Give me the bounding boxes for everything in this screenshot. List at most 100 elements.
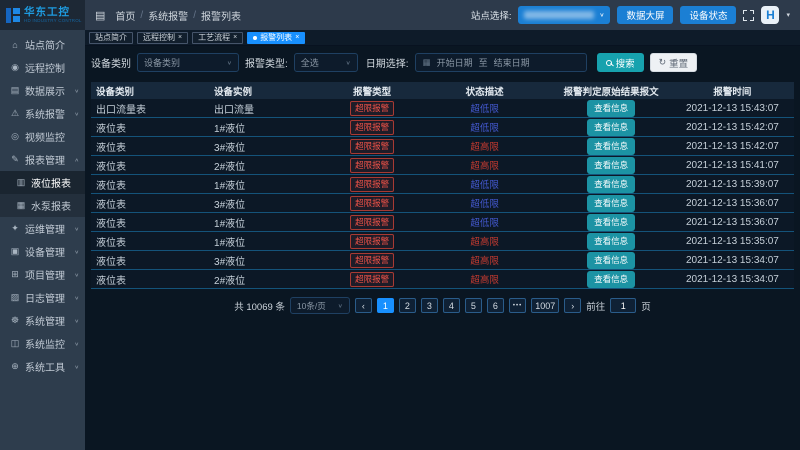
page-size-select[interactable]: 10条/页 ∨: [290, 297, 350, 314]
tab-remote-control[interactable]: 远程控制 ×: [137, 32, 188, 44]
alarm-type-badge: 超限报警: [350, 196, 394, 211]
chevron-icon: ∨: [74, 249, 79, 255]
tab-alarm-list[interactable]: 报警列表 ×: [247, 32, 305, 44]
view-info-button[interactable]: 查看信息: [587, 100, 635, 117]
alarm-time: 2021-12-13 15:41:07: [671, 160, 794, 171]
gear-icon: ☸: [9, 315, 21, 326]
view-info-button[interactable]: 查看信息: [587, 119, 635, 136]
pump-chart-icon: ▦: [15, 200, 27, 211]
table-row: 液位表 1#液位 超限报警 超低限 查看信息 2021-12-13 15:39:…: [91, 175, 794, 194]
view-info-button[interactable]: 查看信息: [587, 157, 635, 174]
sidebar: ⌂ 站点简介 ◉ 远程控制 ▤ 数据展示 ∨ ⚠ 系统报警 ∨ ◎ 视频监控 ✎: [0, 30, 85, 450]
app-window: 华东工控 HD INDUSTRY CONTROL ▤ 首页 / 系统报警 / 报…: [0, 0, 800, 450]
fullscreen-icon[interactable]: [743, 10, 754, 21]
alarm-type-select[interactable]: 全选 ∨: [294, 53, 358, 72]
tab-process-flow[interactable]: 工艺流程 ×: [192, 32, 243, 44]
page-buttons: 123456 ••• 1007: [377, 298, 559, 313]
sidebar-item-system-management[interactable]: ☸ 系统管理 ∨: [0, 309, 85, 332]
table-row: 液位表 3#液位 超限报警 超高限 查看信息 2021-12-13 15:34:…: [91, 251, 794, 270]
alarm-type-label: 报警类型:: [245, 55, 288, 70]
sidebar-item-report-management[interactable]: ✎ 报表管理 ∧: [0, 148, 85, 171]
report-icon: ✎: [9, 154, 21, 165]
refresh-icon: ↻: [659, 57, 667, 68]
chevron-icon: ∨: [74, 318, 79, 324]
alarm-time: 2021-12-13 15:34:07: [671, 255, 794, 266]
data-screen-button[interactable]: 数据大屏: [617, 6, 673, 24]
cell-device-instance: 3#液位: [214, 253, 326, 268]
view-info-button[interactable]: 查看信息: [587, 195, 635, 212]
sidebar-item-log-management[interactable]: ▨ 日志管理 ∨: [0, 286, 85, 309]
view-info-button[interactable]: 查看信息: [587, 233, 635, 250]
close-icon[interactable]: ×: [295, 34, 299, 41]
cell-device-instance: 2#液位: [214, 272, 326, 287]
next-page-button[interactable]: ›: [564, 298, 581, 313]
sidebar-item-project-management[interactable]: ⊞ 项目管理 ∨: [0, 263, 85, 286]
table-row: 出口流量表 出口流量 超限报警 超低限 查看信息 2021-12-13 15:4…: [91, 99, 794, 118]
page-button-1007[interactable]: 1007: [531, 298, 559, 313]
sidebar-item-video-monitor[interactable]: ◎ 视频监控: [0, 125, 85, 148]
cell-device-category: 液位表: [91, 253, 214, 268]
goto-page-input[interactable]: [610, 298, 636, 313]
sidebar-item-remote-control[interactable]: ◉ 远程控制: [0, 56, 85, 79]
close-icon[interactable]: ×: [178, 34, 182, 41]
main-content: 设备类别 设备类别 ∨ 报警类型: 全选 ∨ 日期选择: ▦ 开始日期 至 结束…: [85, 46, 800, 450]
view-info-button[interactable]: 查看信息: [587, 138, 635, 155]
close-icon[interactable]: ×: [233, 34, 237, 41]
site-selector-value: [524, 11, 594, 19]
monitor-icon: ◫: [9, 338, 21, 349]
col-alarm-time: 报警时间: [671, 84, 794, 98]
alarm-type-badge: 超限报警: [350, 272, 394, 287]
data-display-icon: ▤: [9, 85, 21, 96]
logo-title: 华东工控: [24, 7, 82, 18]
page-more-button[interactable]: •••: [509, 298, 526, 313]
chevron-down-icon: ∨: [227, 59, 232, 65]
cell-device-category: 液位表: [91, 272, 214, 287]
page-button-4[interactable]: 4: [443, 298, 460, 313]
sidebar-item-pump-report[interactable]: ▦ 水泵报表: [0, 194, 85, 217]
view-info-button[interactable]: 查看信息: [587, 176, 635, 193]
breadcrumb-system-alarm[interactable]: 系统报警: [148, 8, 188, 23]
alarm-time: 2021-12-13 15:42:07: [671, 141, 794, 152]
date-select-label: 日期选择:: [366, 55, 409, 70]
page-button-2[interactable]: 2: [399, 298, 416, 313]
sidebar-item-system-alarm[interactable]: ⚠ 系统报警 ∨: [0, 102, 85, 125]
user-menu-caret-icon[interactable]: ▾: [786, 11, 790, 19]
chevron-icon: ∨: [74, 364, 79, 370]
page-button-1[interactable]: 1: [377, 298, 394, 313]
site-selector-dropdown[interactable]: ∨: [518, 6, 610, 24]
sidebar-item-ops-management[interactable]: ✦ 运维管理 ∨: [0, 217, 85, 240]
sidebar-item-device-management[interactable]: ▣ 设备管理 ∨: [0, 240, 85, 263]
tab-site-intro[interactable]: 站点简介: [89, 32, 133, 44]
view-info-button[interactable]: 查看信息: [587, 252, 635, 269]
alarm-type-badge: 超限报警: [350, 139, 394, 154]
sidebar-toggle-icon[interactable]: ▤: [95, 9, 105, 22]
chevron-icon: ∧: [74, 157, 79, 163]
logo-subtitle: HD INDUSTRY CONTROL: [24, 19, 82, 24]
sidebar-item-data-display[interactable]: ▤ 数据展示 ∨: [0, 79, 85, 102]
cell-device-category: 液位表: [91, 177, 214, 192]
breadcrumb-home[interactable]: 首页: [115, 8, 135, 23]
table-row: 液位表 2#液位 超限报警 超高限 查看信息 2021-12-13 15:34:…: [91, 270, 794, 289]
sidebar-item-system-monitoring[interactable]: ◫ 系统监控 ∨: [0, 332, 85, 355]
user-avatar[interactable]: H: [761, 6, 779, 24]
col-raw-message: 报警判定原始结果报文: [551, 84, 671, 98]
page-button-5[interactable]: 5: [465, 298, 482, 313]
chevron-icon: ∨: [74, 341, 79, 347]
view-info-button[interactable]: 查看信息: [587, 271, 635, 288]
status-text: 超低限: [470, 123, 499, 134]
device-status-button[interactable]: 设备状态: [680, 6, 736, 24]
reset-button[interactable]: ↻ 重置: [650, 53, 698, 72]
date-range-picker[interactable]: ▦ 开始日期 至 结束日期: [415, 53, 587, 72]
page-button-6[interactable]: 6: [487, 298, 504, 313]
device-category-select[interactable]: 设备类别 ∨: [137, 53, 239, 72]
page-button-3[interactable]: 3: [421, 298, 438, 313]
status-text: 超低限: [470, 104, 499, 115]
view-info-button[interactable]: 查看信息: [587, 214, 635, 231]
alarm-time: 2021-12-13 15:39:07: [671, 179, 794, 190]
status-text: 超低限: [470, 199, 499, 210]
search-button[interactable]: 搜索: [597, 53, 644, 72]
sidebar-item-system-tools[interactable]: ⊕ 系统工具 ∨: [0, 355, 85, 378]
prev-page-button[interactable]: ‹: [355, 298, 372, 313]
sidebar-item-site-intro[interactable]: ⌂ 站点简介: [0, 33, 85, 56]
sidebar-item-level-report[interactable]: ▥ 液位报表: [0, 171, 85, 194]
